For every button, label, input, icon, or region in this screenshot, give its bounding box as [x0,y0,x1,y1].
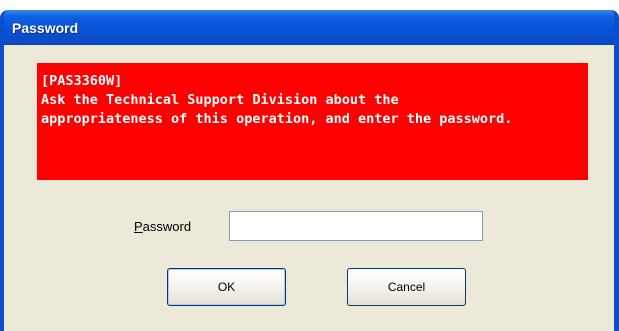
ok-button[interactable]: OK [167,268,286,306]
cancel-button[interactable]: Cancel [347,268,466,306]
message-line-1: Ask the Technical Support Division about… [41,92,399,108]
message-code: [PAS3360W] [41,73,123,89]
warning-message-box: [PAS3360W] Ask the Technical Support Div… [37,63,588,180]
password-input[interactable] [229,211,483,241]
window-title: Password [12,19,79,36]
password-dialog: Password [PAS3360W] Ask the Technical Su… [0,10,619,331]
message-line-2: appropriateness of this operation, and e… [41,111,513,127]
password-label-rest: assword [142,218,192,234]
password-field-row: Password [134,211,483,241]
password-label-accel: P [134,218,143,234]
title-bar[interactable]: Password [4,10,614,45]
password-label: Password [134,219,229,234]
